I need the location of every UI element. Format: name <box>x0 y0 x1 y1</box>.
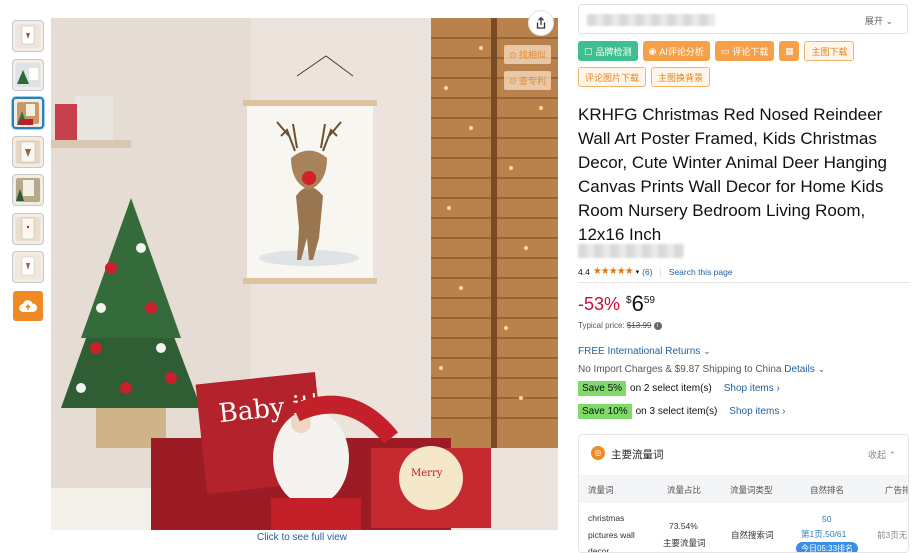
main-image-download-button[interactable]: 主图下载 <box>804 41 855 61</box>
ai-review-analysis-button[interactable]: ◉ AI评论分析 <box>642 41 710 61</box>
expand-toggle[interactable]: 展开 ⌄ <box>865 14 893 27</box>
brand-store-link[interactable] <box>578 244 684 258</box>
shipping-info: No Import Charges & $9.87 Shipping to Ch… <box>578 364 825 375</box>
cloud-upload-icon <box>19 300 37 313</box>
thumbnail[interactable] <box>12 212 44 245</box>
free-returns-link[interactable]: FREE International Returns ⌄ <box>578 346 711 357</box>
price-fraction: 59 <box>643 295 655 306</box>
save-badge: Save 10% <box>578 404 632 419</box>
review-image-download-button[interactable]: 评论图片下载 <box>578 67 647 87</box>
typical-price: Typical price: $13.99 i <box>578 321 662 330</box>
type-cell: 自然搜索词 <box>731 530 774 540</box>
ai-icon: ◉ <box>648 45 657 56</box>
share-icon <box>536 16 546 29</box>
keyword-cell[interactable]: pictures wall <box>588 530 635 540</box>
traffic-panel-title: 主要流量词 <box>611 449 664 461</box>
shop-items-link[interactable]: Shop items › <box>729 406 785 417</box>
typical-price-label: Typical price: <box>578 321 625 330</box>
promotion-row: Save 5% on 2 select item(s) Shop items › <box>578 381 780 396</box>
thumbnail-selected[interactable] <box>12 97 44 129</box>
price-whole: 6 <box>631 291 644 316</box>
collapse-button[interactable]: 收起 ⌃ <box>868 448 896 461</box>
organic-rank[interactable]: 50 <box>822 514 831 524</box>
review-download-button[interactable]: ▭ 评论下载 <box>714 41 775 61</box>
chevron-down-icon[interactable]: ▾ <box>636 268 640 276</box>
free-returns-label: FREE International Returns <box>578 346 701 357</box>
review-count-link[interactable]: (6) <box>642 267 652 277</box>
share-button[interactable] <box>528 10 554 36</box>
check-patent-button[interactable]: ⊙ 查专利 <box>504 71 552 90</box>
promotion-row: Save 10% on 3 select item(s) Shop items … <box>578 404 785 419</box>
find-similar-button[interactable]: ⊙ 找相似 <box>504 45 552 64</box>
thumbnail[interactable] <box>12 20 44 52</box>
column-header: 流量词 <box>588 485 614 495</box>
column-header: 流量词类型 <box>730 485 773 495</box>
chevron-down-icon[interactable]: ⌄ <box>818 364 826 374</box>
traffic-keywords-panel: ◎ 主要流量词 收起 ⌃ 流量词 流量占比 流量词类型 自然排名 广告排名 ch… <box>578 434 909 553</box>
typical-price-value: $13.99 <box>626 321 652 330</box>
blurred-text <box>587 14 715 26</box>
traffic-icon: ◎ <box>591 446 605 460</box>
button-label: 评论下载 <box>732 46 769 57</box>
full-view-link[interactable]: Click to see full view <box>257 532 347 543</box>
discount-percentage: -53% <box>578 294 621 314</box>
product-details-panel: 展开 ⌄ ▢ 品牌检测 ◉ AI评论分析 ▭ 评论下载 ▦ 主图下载 评论图片下载 主… <box>578 0 917 553</box>
comment-icon: ▭ <box>720 45 730 56</box>
svg-text:Merry: Merry <box>411 468 443 479</box>
column-header: 流量占比 <box>667 485 702 495</box>
chevron-down-icon: ⌄ <box>885 16 893 26</box>
promotion-text: on 2 select item(s) <box>630 383 712 394</box>
table-header: 流量词 流量占比 流量词类型 自然排名 广告排名 <box>579 475 908 503</box>
thumbnail-strip <box>12 20 46 290</box>
keyword-cell[interactable]: christmas <box>588 513 624 523</box>
button-label: 主图下载 <box>811 46 848 57</box>
column-header: 广告排名 <box>885 485 908 495</box>
button-label: 品牌检测 <box>595 46 632 57</box>
rating-value: 4.4 <box>578 266 590 277</box>
search-page-link[interactable]: Search this page <box>669 267 733 277</box>
divider: | <box>659 266 662 277</box>
star-rating-icon[interactable]: ★★★★★ <box>593 266 634 277</box>
main-product-image[interactable]: Baby it's Merry <box>51 18 558 530</box>
replace-background-button[interactable]: 主图换背景 <box>651 67 711 87</box>
rating-row: 4.4 ★★★★★ ▾ (6) | Search this page <box>578 266 733 277</box>
thumbnail[interactable] <box>12 135 44 168</box>
ad-rank-cell: 前3页无 <box>877 530 908 540</box>
plugin-toolbar: ▢ 品牌检测 ◉ AI评论分析 ▭ 评论下载 ▦ 主图下载 <box>578 41 855 61</box>
chevron-down-icon: ⌄ <box>703 346 711 356</box>
shipping-details-link[interactable]: Details <box>784 364 815 375</box>
promotion-text: on 3 select item(s) <box>635 406 718 417</box>
plugin-toolbar-row2: 评论图片下载 主图换背景 <box>578 67 711 87</box>
shipping-text: No Import Charges & $9.87 Shipping to Ch… <box>578 364 782 375</box>
divider <box>578 282 910 283</box>
share-note: 主要流量词 <box>663 538 706 548</box>
button-label: 主图换背景 <box>658 72 704 83</box>
thumbnail[interactable] <box>12 174 44 206</box>
button-label: 评论图片下载 <box>585 72 640 83</box>
upload-cloud-button[interactable] <box>13 291 43 321</box>
brand-check-button[interactable]: ▢ 品牌检测 <box>578 41 638 61</box>
rank-time-badge: 今日05:33排名 <box>796 542 859 552</box>
expand-label: 展开 <box>864 16 883 26</box>
product-title: KRHFG Christmas Red Nosed Reindeer Wall … <box>578 105 887 244</box>
column-header: 自然排名 <box>810 485 845 495</box>
keyword-cell[interactable]: decor <box>588 546 609 552</box>
calculator-icon: ▦ <box>785 45 794 56</box>
price-block: -53% $ 6 59 <box>578 293 655 315</box>
thumbnail[interactable] <box>12 58 44 91</box>
organic-rank-detail[interactable]: 第1页,50/61 <box>801 528 846 540</box>
shop-items-link[interactable]: Shop items › <box>724 383 780 394</box>
plugin-keyword-bar[interactable]: 展开 ⌄ <box>578 4 908 34</box>
shield-icon: ▢ <box>584 45 593 56</box>
save-badge: Save 5% <box>578 381 627 396</box>
info-icon[interactable]: i <box>653 321 662 330</box>
calculator-button[interactable]: ▦ <box>779 41 800 61</box>
button-label: AI评论分析 <box>659 46 704 57</box>
share-cell: 73.54% <box>669 521 698 531</box>
thumbnail[interactable] <box>12 251 44 283</box>
price: $ 6 59 <box>626 293 655 315</box>
